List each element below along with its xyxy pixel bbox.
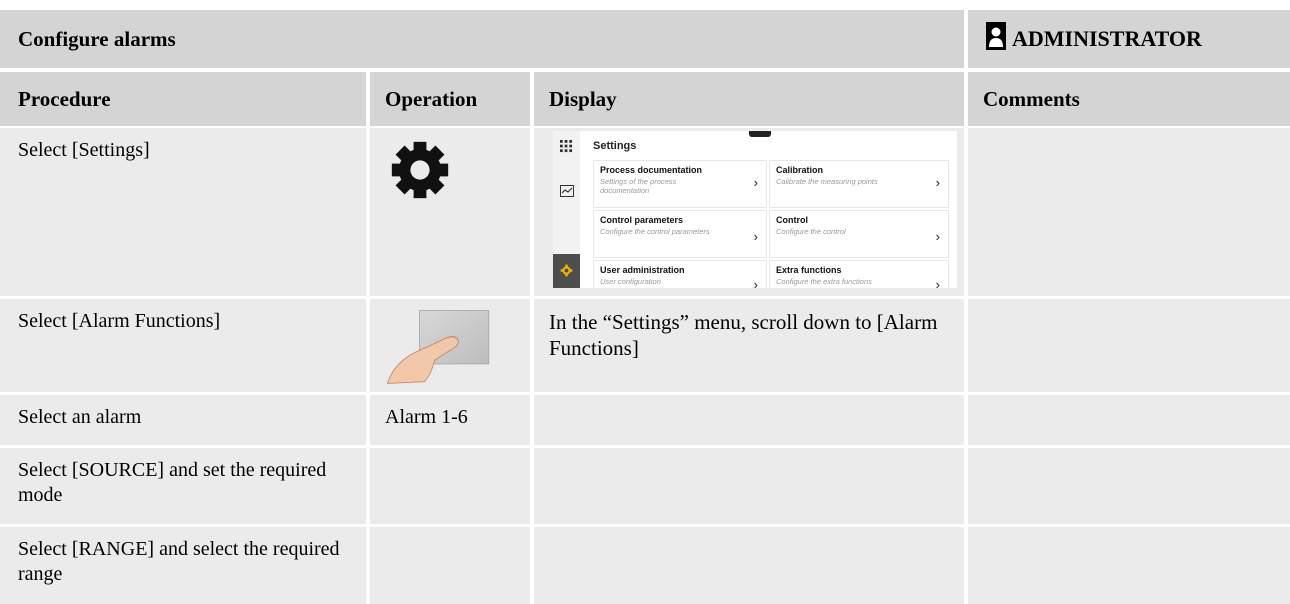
grid-icon bbox=[560, 140, 573, 153]
gear-icon bbox=[560, 264, 573, 277]
table-row-operation bbox=[370, 299, 530, 392]
chevron-right-icon: › bbox=[935, 277, 940, 288]
column-header-procedure: Procedure bbox=[0, 72, 366, 126]
page-title: Configure alarms bbox=[18, 26, 176, 51]
card-process-documentation[interactable]: Process documentation Settings of the pr… bbox=[593, 160, 767, 208]
table-row-display: In the “Settings” menu, scroll down to [… bbox=[534, 299, 964, 392]
table-row-comments bbox=[968, 299, 1290, 392]
top-handle bbox=[749, 131, 771, 137]
chevron-right-icon: › bbox=[753, 277, 758, 288]
role-cell: ADMINISTRATOR bbox=[968, 10, 1290, 68]
chevron-right-icon: › bbox=[753, 229, 758, 244]
table-row-display bbox=[534, 448, 964, 524]
table-row-operation: Alarm 1-6 bbox=[370, 395, 530, 445]
table-row-display bbox=[534, 527, 964, 604]
chevron-right-icon: › bbox=[935, 175, 940, 190]
gear-icon bbox=[391, 141, 449, 199]
finger-touch-icon bbox=[386, 310, 490, 384]
settings-screenshot: Settings Process documentation Settings … bbox=[553, 131, 957, 288]
column-header-display: Display bbox=[534, 72, 964, 126]
table-row-procedure: Select [RANGE] and select the required r… bbox=[0, 527, 366, 604]
table-row-procedure: Select [SOURCE] and set the required mod… bbox=[0, 448, 366, 524]
chevron-right-icon: › bbox=[935, 229, 940, 244]
table-row-operation bbox=[370, 448, 530, 524]
table-row-comments bbox=[968, 395, 1290, 445]
card-calibration[interactable]: Calibration Calibrate the measuring poin… bbox=[769, 160, 949, 208]
role-label: ADMINISTRATOR bbox=[1012, 26, 1202, 51]
card-user-administration[interactable]: User administration User configuration › bbox=[593, 260, 767, 288]
table-row-comments bbox=[968, 448, 1290, 524]
chart-icon bbox=[560, 185, 574, 197]
table-row-operation bbox=[370, 527, 530, 604]
card-control[interactable]: Control Configure the control › bbox=[769, 210, 949, 258]
table-row-procedure: Select [Settings] bbox=[0, 128, 366, 296]
page-title-cell: Configure alarms bbox=[0, 10, 964, 68]
table-row-procedure: Select an alarm bbox=[0, 395, 366, 445]
table-row-display bbox=[534, 395, 964, 445]
table-row-procedure: Select [Alarm Functions] bbox=[0, 299, 366, 392]
card-extra-functions[interactable]: Extra functions Configure the extra func… bbox=[769, 260, 949, 288]
column-header-operation: Operation bbox=[370, 72, 530, 126]
user-icon bbox=[986, 22, 1006, 50]
chevron-right-icon: › bbox=[753, 175, 758, 190]
table-row-comments bbox=[968, 128, 1290, 296]
table-row-comments bbox=[968, 527, 1290, 604]
card-control-parameters[interactable]: Control parameters Configure the control… bbox=[593, 210, 767, 258]
settings-title: Settings bbox=[593, 140, 637, 152]
table-row-operation bbox=[370, 128, 530, 296]
column-header-comments: Comments bbox=[968, 72, 1290, 126]
